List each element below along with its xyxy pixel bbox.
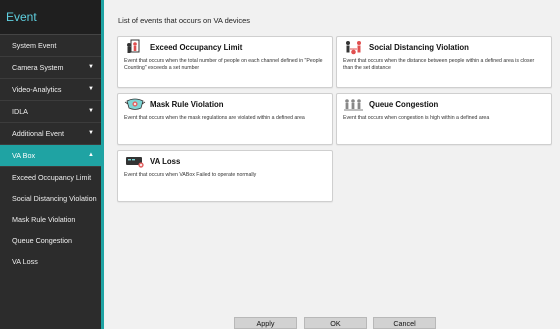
main-panel: List of events that occurs on VA devices… xyxy=(104,0,560,329)
sidebar-title: Event xyxy=(0,0,101,35)
page-heading: List of events that occurs on VA devices xyxy=(118,16,251,25)
sidebar-subitem-va-loss[interactable]: VA Loss xyxy=(0,251,101,272)
sidebar-item-additional-event[interactable]: Additional Event ▼ xyxy=(0,123,101,145)
ok-button[interactable]: OK xyxy=(304,317,367,329)
sidebar-subitem-queue-congestion[interactable]: Queue Congestion xyxy=(0,230,101,251)
event-card-va-loss[interactable]: VA Loss Event that occurs when VABox Fai… xyxy=(117,150,333,202)
sidebar-item-label: Additional Event xyxy=(12,129,64,138)
card-description: Event that occurs when the mask regulati… xyxy=(124,115,305,121)
card-description: Event that occurs when congestion is hig… xyxy=(343,115,490,121)
sidebar-item-camera-system[interactable]: Camera System ▼ xyxy=(0,57,101,79)
event-card-social-distancing[interactable]: Social Distancing Violation Event that o… xyxy=(336,36,552,88)
sidebar-item-system-event[interactable]: System Event xyxy=(0,35,101,57)
card-title: Exceed Occupancy Limit xyxy=(150,43,243,52)
chevron-down-icon: ▼ xyxy=(88,64,94,70)
sidebar-item-label: Camera System xyxy=(12,63,64,72)
card-title: Queue Congestion xyxy=(369,100,439,109)
card-description: Event that occurs when the total number … xyxy=(124,58,323,72)
chevron-up-icon: ▲ xyxy=(88,152,94,158)
sidebar-subitem-mask-rule[interactable]: Mask Rule Violation xyxy=(0,209,101,230)
sidebar-item-label: System Event xyxy=(12,41,57,50)
sidebar-subitem-social-distancing[interactable]: Social Distancing Violation xyxy=(0,188,101,209)
occupancy-icon xyxy=(127,39,140,53)
card-title: Mask Rule Violation xyxy=(150,100,224,109)
sidebar-item-label: VA Box xyxy=(12,151,36,160)
cancel-button[interactable]: Cancel xyxy=(373,317,436,329)
card-description: Event that occurs when VABox Failed to o… xyxy=(124,172,257,178)
social-distancing-icon xyxy=(346,41,361,55)
event-card-exceed-occupancy[interactable]: Exceed Occupancy Limit Event that occurs… xyxy=(117,36,333,88)
apply-button[interactable]: Apply xyxy=(234,317,297,329)
sidebar-item-label: Video-Analytics xyxy=(12,85,62,94)
chevron-down-icon: ▼ xyxy=(88,108,94,114)
chevron-down-icon: ▼ xyxy=(88,86,94,92)
va-loss-icon xyxy=(126,157,144,168)
card-description: Event that occurs when the distance betw… xyxy=(343,58,535,72)
sidebar-item-video-analytics[interactable]: Video-Analytics ▼ xyxy=(0,79,101,101)
sidebar-item-va-box[interactable]: VA Box ▲ xyxy=(0,145,101,167)
card-title: Social Distancing Violation xyxy=(369,43,469,52)
chevron-down-icon: ▼ xyxy=(88,130,94,136)
card-title: VA Loss xyxy=(150,157,181,166)
event-card-queue-congestion[interactable]: Queue Congestion Event that occurs when … xyxy=(336,93,552,145)
sidebar-item-label: IDLA xyxy=(12,107,28,116)
queue-icon xyxy=(344,99,363,111)
sidebar: Event System Event Camera System ▼ Video… xyxy=(0,0,104,329)
mask-icon xyxy=(124,98,146,110)
sidebar-item-idla[interactable]: IDLA ▼ xyxy=(0,101,101,123)
event-card-mask-rule[interactable]: Mask Rule Violation Event that occurs wh… xyxy=(117,93,333,145)
sidebar-subitem-exceed-occupancy[interactable]: Exceed Occupancy Limit xyxy=(0,167,101,188)
